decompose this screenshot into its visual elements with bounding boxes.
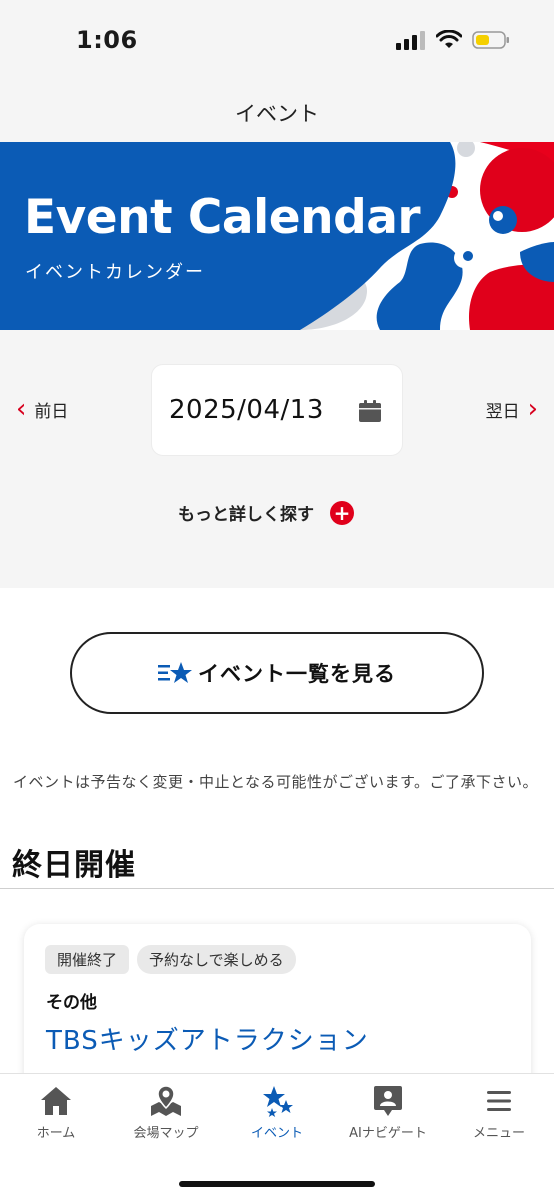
section-divider — [0, 888, 554, 889]
next-day-label: 翌日 — [485, 401, 520, 422]
event-list-label: イベント一覧を見る — [198, 662, 396, 686]
plus-icon: + — [330, 500, 354, 525]
chevron-left-icon: ‹ — [16, 394, 27, 424]
notice-text: イベントは予告なく変更・中止となる可能性がございます。ご了承下さい。 — [13, 773, 539, 791]
banner-subtitle: イベントカレンダー — [25, 262, 205, 283]
calendar-icon — [359, 400, 381, 422]
event-category: その他 — [46, 993, 97, 1013]
list-star-icon — [158, 662, 192, 683]
tab-ai-navigate[interactable]: AIナビゲート — [333, 1084, 443, 1141]
wifi-icon — [436, 30, 462, 48]
tab-event-label: イベント — [250, 1126, 303, 1141]
event-list-button[interactable]: イベント一覧を見る — [70, 632, 484, 714]
more-search-label: もっと詳しく探す — [178, 505, 314, 525]
event-title[interactable]: TBSキッズアトラクション — [46, 1020, 369, 1057]
tab-event[interactable]: イベント — [222, 1084, 332, 1141]
next-day-button[interactable]: 翌日 › — [486, 396, 538, 422]
date-picker[interactable]: 2025/04/13 — [151, 364, 403, 456]
status-time: 1:06 — [76, 26, 138, 54]
event-tags: 開催終了 予約なしで楽しめる — [45, 945, 296, 974]
prev-day-button[interactable]: ‹ 前日 — [16, 396, 68, 422]
home-icon — [41, 1087, 71, 1115]
map-icon — [151, 1085, 181, 1116]
tab-menu-label: メニュー — [472, 1126, 525, 1141]
banner-title: Event Calendar — [24, 190, 421, 245]
date-navigation: ‹ 前日 2025/04/13 翌日 › もっと詳しく探す + — [0, 330, 554, 588]
tab-home-label: ホーム — [36, 1126, 76, 1141]
prev-day-label: 前日 — [34, 401, 69, 422]
ai-navigate-icon — [374, 1086, 402, 1116]
status-icons — [396, 30, 510, 50]
menu-icon — [487, 1091, 511, 1111]
section-heading: 終日開催 — [12, 848, 136, 883]
page-title: イベント — [235, 102, 319, 126]
tab-map[interactable]: 会場マップ — [111, 1084, 221, 1141]
tab-menu[interactable]: メニュー — [444, 1084, 554, 1141]
event-card[interactable]: 開催終了 予約なしで楽しめる その他 TBSキッズアトラクション — [24, 924, 531, 1094]
chevron-right-icon: › — [527, 394, 538, 424]
feature-badge: 予約なしで楽しめる — [137, 945, 296, 974]
selected-date: 2025/04/13 — [169, 395, 324, 425]
stars-icon — [263, 1086, 293, 1117]
tab-ai-navigate-label: AIナビゲート — [349, 1126, 427, 1141]
status-badge: 開催終了 — [45, 945, 130, 974]
nav-header: イベント — [0, 84, 554, 142]
tab-map-label: 会場マップ — [133, 1126, 199, 1141]
home-indicator — [179, 1181, 375, 1187]
more-search-button[interactable]: もっと詳しく探す + — [178, 500, 354, 525]
battery-icon — [472, 31, 509, 49]
status-bar: 1:06 — [0, 0, 554, 84]
tab-home[interactable]: ホーム — [1, 1084, 111, 1141]
signal-icon — [396, 31, 425, 50]
